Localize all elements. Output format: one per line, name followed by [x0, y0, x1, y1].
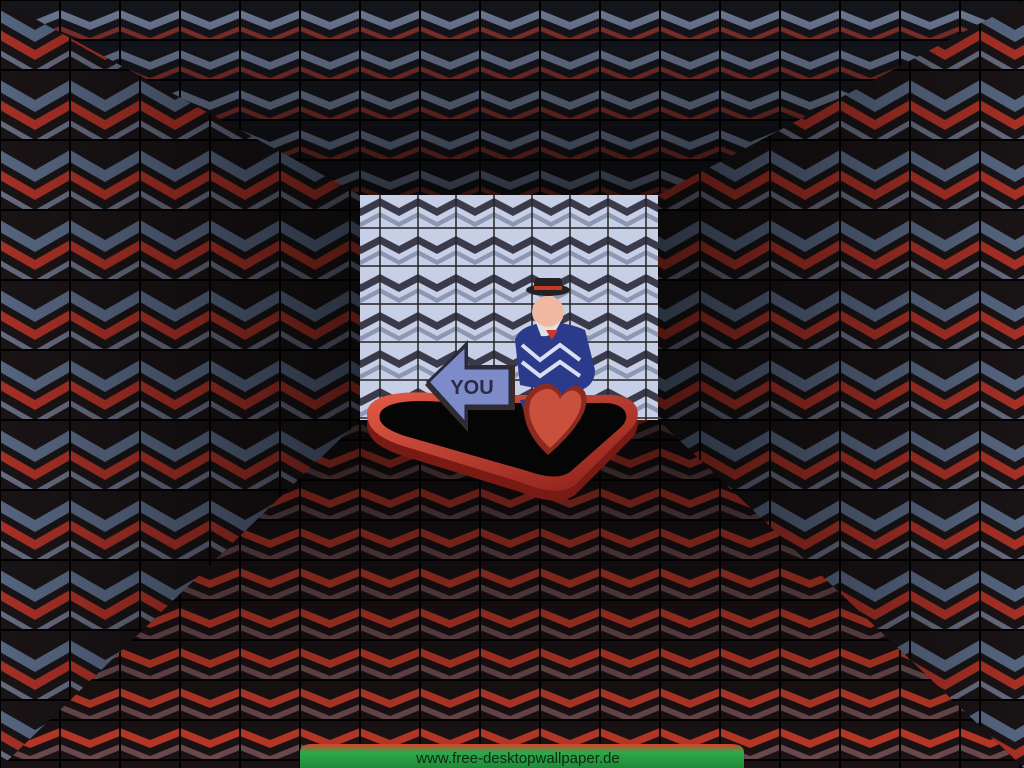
- room-illustration: YOU www.free-desktopwallpaper.de: [0, 0, 1024, 768]
- watermark-text: www.free-desktopwallpaper.de: [415, 750, 619, 767]
- wallpaper-scene: YOU www.free-desktopwallpaper.de: [0, 0, 1024, 768]
- sign-text: YOU: [450, 377, 493, 399]
